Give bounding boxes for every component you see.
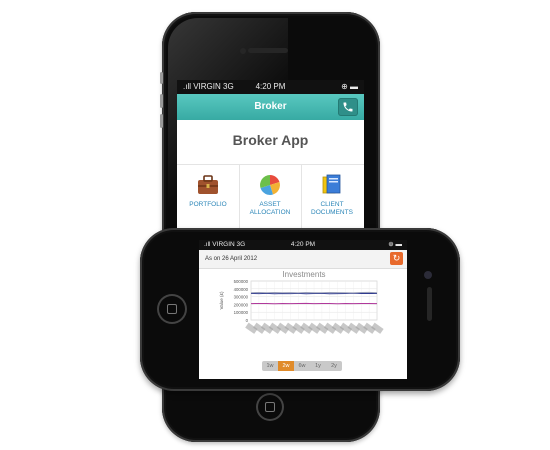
status-bar: .ıll VIRGIN 3G 4:20 PM ⊕ ▬ [177, 80, 364, 94]
front-camera [424, 271, 432, 279]
y-tick-label: 0 [246, 318, 249, 323]
tile-client-documents[interactable]: CLIENT DOCUMENTS [301, 165, 363, 232]
front-camera [240, 48, 246, 54]
home-button[interactable] [256, 393, 284, 421]
earpiece-speaker [248, 48, 288, 53]
volume-down-button [160, 114, 163, 128]
y-tick-label: 400000 [234, 287, 249, 292]
home-button[interactable] [157, 294, 187, 324]
briefcase-icon [198, 175, 218, 194]
y-tick-label: 300000 [234, 295, 249, 300]
portrait-screen: .ıll VIRGIN 3G 4:20 PM ⊕ ▬ Broker Broker… [177, 80, 364, 232]
range-tab[interactable]: 6w [294, 361, 310, 371]
nav-bar: Broker [177, 94, 364, 120]
refresh-icon: ↻ [392, 253, 401, 263]
battery-icon: ⊕ ▬ [341, 82, 358, 91]
battery-icon: ⊕ ▬ [388, 241, 402, 248]
app-title: Broker App [232, 132, 309, 148]
range-tab[interactable]: 1w [262, 361, 278, 371]
tile-portfolio[interactable]: PORTFOLIO [177, 165, 240, 232]
silent-switch [160, 72, 163, 84]
clock: 4:20 PM [255, 82, 286, 91]
range-tab[interactable]: 2y [326, 361, 342, 371]
phone-icon [343, 102, 353, 112]
y-tick-label: 500000 [234, 279, 249, 284]
series-line [250, 292, 378, 295]
investments-chart: Investments 0 100000 200000 300000 400000 5000… [219, 270, 384, 334]
tile-grid: PORTFOLIO ASSET ALLOCATION CLIENT DOCUME… [177, 164, 364, 232]
tile-asset-allocation[interactable]: ASSET ALLOCATION [239, 165, 302, 232]
chart-header: As on 26 April 2012 ↻ [199, 250, 407, 269]
range-tab[interactable]: 1y [310, 361, 326, 371]
earpiece-speaker [427, 287, 432, 321]
range-tabs: 1w 2w 6w 1y 2y [262, 361, 342, 371]
status-bar: .ıll VIRGIN 3G 4:20 PM ⊕ ▬ [199, 240, 407, 250]
refresh-button[interactable]: ↻ [390, 252, 403, 265]
tile-label: CLIENT DOCUMENTS [311, 201, 353, 216]
y-axis-label: Value (£) [219, 291, 224, 309]
nav-title: Broker [254, 101, 287, 112]
phone-call-button[interactable] [338, 98, 358, 116]
as-on-date: As on 26 April 2012 [205, 256, 258, 262]
tile-label: PORTFOLIO [189, 201, 227, 208]
y-tick-label: 200000 [234, 302, 249, 307]
chart-title: Investments [282, 270, 325, 279]
volume-up-button [160, 94, 163, 108]
documents-icon [322, 174, 341, 194]
landscape-screen: .ıll VIRGIN 3G 4:20 PM ⊕ ▬ As on 26 Apri… [199, 240, 407, 379]
pie-chart-icon [260, 175, 280, 195]
range-tab[interactable]: 2w [278, 361, 294, 371]
tile-label: ASSET ALLOCATION [249, 201, 291, 216]
y-tick-label: 100000 [234, 310, 249, 315]
clock: 4:20 PM [290, 241, 316, 248]
